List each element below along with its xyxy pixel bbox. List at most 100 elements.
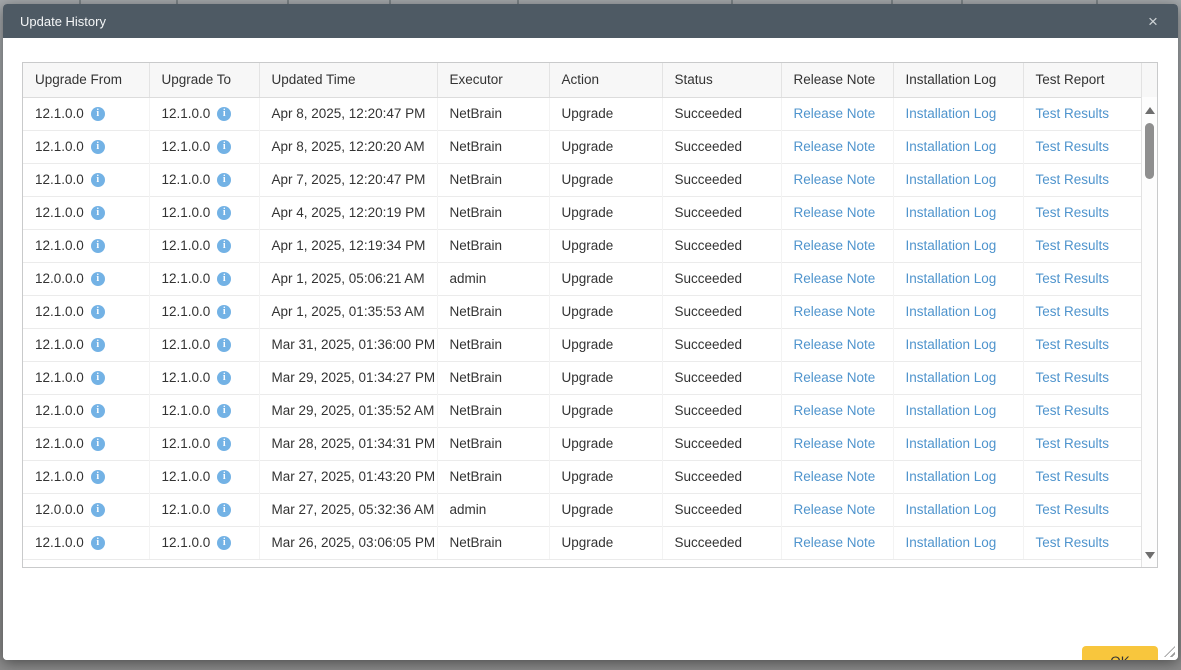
- upgrade-from-value: 12.0.0.0: [35, 271, 84, 286]
- info-icon[interactable]: i: [217, 371, 231, 385]
- test-results-link[interactable]: Test Results: [1036, 436, 1110, 451]
- executor-value: NetBrain: [437, 130, 549, 163]
- release-note-link[interactable]: Release Note: [794, 106, 876, 121]
- info-icon[interactable]: i: [91, 536, 105, 550]
- release-note-link[interactable]: Release Note: [794, 337, 876, 352]
- release-note-link[interactable]: Release Note: [794, 436, 876, 451]
- installation-log-link[interactable]: Installation Log: [906, 238, 997, 253]
- info-icon[interactable]: i: [217, 272, 231, 286]
- info-icon[interactable]: i: [217, 470, 231, 484]
- installation-log-link[interactable]: Installation Log: [906, 502, 997, 517]
- installation-log-link[interactable]: Installation Log: [906, 337, 997, 352]
- dialog-titlebar[interactable]: Update History ×: [3, 4, 1178, 38]
- upgrade-from-value: 12.1.0.0: [35, 370, 84, 385]
- test-results-link[interactable]: Test Results: [1036, 337, 1110, 352]
- info-icon[interactable]: i: [91, 470, 105, 484]
- upgrade-to-value: 12.1.0.0: [162, 271, 211, 286]
- info-icon[interactable]: i: [91, 305, 105, 319]
- table-row: 12.1.0.0 i 12.1.0.0 i Mar 31, 2025, 01:3…: [23, 328, 1141, 361]
- upgrade-from-value: 12.1.0.0: [35, 172, 84, 187]
- installation-log-link[interactable]: Installation Log: [906, 271, 997, 286]
- action-value: Upgrade: [549, 526, 662, 559]
- release-note-link[interactable]: Release Note: [794, 172, 876, 187]
- test-results-link[interactable]: Test Results: [1036, 469, 1110, 484]
- release-note-link[interactable]: Release Note: [794, 370, 876, 385]
- test-results-link[interactable]: Test Results: [1036, 535, 1110, 550]
- release-note-link[interactable]: Release Note: [794, 403, 876, 418]
- info-icon[interactable]: i: [91, 140, 105, 154]
- release-note-link[interactable]: Release Note: [794, 502, 876, 517]
- executor-value: NetBrain: [437, 196, 549, 229]
- updated-time-value: Apr 1, 2025, 05:06:21 AM: [259, 262, 437, 295]
- installation-log-link[interactable]: Installation Log: [906, 436, 997, 451]
- info-icon[interactable]: i: [217, 305, 231, 319]
- test-results-link[interactable]: Test Results: [1036, 238, 1110, 253]
- test-results-link[interactable]: Test Results: [1036, 370, 1110, 385]
- info-icon[interactable]: i: [217, 404, 231, 418]
- info-icon[interactable]: i: [217, 173, 231, 187]
- action-value: Upgrade: [549, 262, 662, 295]
- installation-log-link[interactable]: Installation Log: [906, 535, 997, 550]
- test-results-link[interactable]: Test Results: [1036, 172, 1110, 187]
- scroll-down-icon[interactable]: [1145, 552, 1155, 559]
- info-icon[interactable]: i: [91, 107, 105, 121]
- test-results-link[interactable]: Test Results: [1036, 502, 1110, 517]
- scroll-up-icon[interactable]: [1145, 107, 1155, 114]
- info-icon[interactable]: i: [91, 206, 105, 220]
- installation-log-link[interactable]: Installation Log: [906, 139, 997, 154]
- table-scrollbar[interactable]: [1141, 63, 1157, 567]
- executor-value: NetBrain: [437, 328, 549, 361]
- release-note-link[interactable]: Release Note: [794, 469, 876, 484]
- close-icon[interactable]: ×: [1144, 12, 1162, 30]
- installation-log-link[interactable]: Installation Log: [906, 403, 997, 418]
- info-icon[interactable]: i: [91, 272, 105, 286]
- upgrade-to-value: 12.1.0.0: [162, 337, 211, 352]
- release-note-link[interactable]: Release Note: [794, 205, 876, 220]
- info-icon[interactable]: i: [91, 404, 105, 418]
- release-note-link[interactable]: Release Note: [794, 535, 876, 550]
- installation-log-link[interactable]: Installation Log: [906, 106, 997, 121]
- installation-log-link[interactable]: Installation Log: [906, 304, 997, 319]
- status-value: Succeeded: [662, 328, 781, 361]
- installation-log-link[interactable]: Installation Log: [906, 469, 997, 484]
- info-icon[interactable]: i: [91, 173, 105, 187]
- info-icon[interactable]: i: [217, 536, 231, 550]
- status-value: Succeeded: [662, 262, 781, 295]
- info-icon[interactable]: i: [91, 503, 105, 517]
- column-header-upgrade-from: Upgrade From: [23, 63, 149, 97]
- info-icon[interactable]: i: [217, 206, 231, 220]
- release-note-link[interactable]: Release Note: [794, 304, 876, 319]
- test-results-link[interactable]: Test Results: [1036, 139, 1110, 154]
- info-icon[interactable]: i: [217, 503, 231, 517]
- release-note-link[interactable]: Release Note: [794, 139, 876, 154]
- test-results-link[interactable]: Test Results: [1036, 304, 1110, 319]
- info-icon[interactable]: i: [91, 239, 105, 253]
- resize-grip-icon[interactable]: [1164, 646, 1175, 657]
- info-icon[interactable]: i: [217, 239, 231, 253]
- installation-log-link[interactable]: Installation Log: [906, 370, 997, 385]
- test-results-link[interactable]: Test Results: [1036, 403, 1110, 418]
- release-note-link[interactable]: Release Note: [794, 271, 876, 286]
- ok-button[interactable]: OK: [1082, 646, 1158, 660]
- table-row: 12.1.0.0 i 12.1.0.0 i Apr 4, 2025, 12:20…: [23, 196, 1141, 229]
- installation-log-link[interactable]: Installation Log: [906, 205, 997, 220]
- test-results-link[interactable]: Test Results: [1036, 271, 1110, 286]
- test-results-link[interactable]: Test Results: [1036, 205, 1110, 220]
- upgrade-from-value: 12.1.0.0: [35, 469, 84, 484]
- info-icon[interactable]: i: [91, 371, 105, 385]
- info-icon[interactable]: i: [217, 437, 231, 451]
- action-value: Upgrade: [549, 130, 662, 163]
- scrollbar-thumb[interactable]: [1145, 123, 1154, 179]
- info-icon[interactable]: i: [217, 338, 231, 352]
- info-icon[interactable]: i: [91, 437, 105, 451]
- table-row: 12.1.0.0 i 12.1.0.0 i Apr 7, 2025, 12:20…: [23, 163, 1141, 196]
- updated-time-value: Mar 29, 2025, 01:34:27 PM: [259, 361, 437, 394]
- test-results-link[interactable]: Test Results: [1036, 106, 1110, 121]
- info-icon[interactable]: i: [217, 107, 231, 121]
- installation-log-link[interactable]: Installation Log: [906, 172, 997, 187]
- upgrade-from-value: 12.1.0.0: [35, 403, 84, 418]
- info-icon[interactable]: i: [217, 140, 231, 154]
- release-note-link[interactable]: Release Note: [794, 238, 876, 253]
- info-icon[interactable]: i: [91, 338, 105, 352]
- status-value: Succeeded: [662, 295, 781, 328]
